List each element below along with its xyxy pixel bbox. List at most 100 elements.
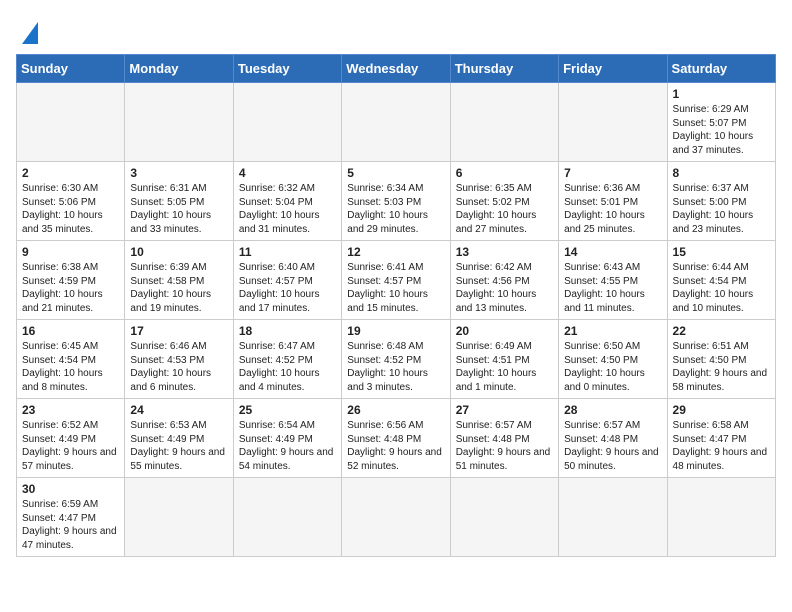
calendar-cell	[233, 83, 341, 162]
day-info: Sunrise: 6:36 AM Sunset: 5:01 PM Dayligh…	[564, 182, 661, 236]
day-number: 12	[347, 245, 444, 259]
calendar-cell: 6 Sunrise: 6:35 AM Sunset: 5:02 PM Daylig…	[450, 162, 558, 241]
calendar-cell: 26 Sunrise: 6:56 AM Sunset: 4:48 PM Dayli…	[342, 399, 450, 478]
day-number: 9	[22, 245, 119, 259]
day-info: Sunrise: 6:29 AM Sunset: 5:07 PM Dayligh…	[673, 103, 770, 157]
day-number: 17	[130, 324, 227, 338]
calendar-cell	[125, 478, 233, 557]
day-info: Sunrise: 6:46 AM Sunset: 4:53 PM Dayligh…	[130, 340, 227, 394]
calendar-header-thursday: Thursday	[450, 55, 558, 83]
day-number: 6	[456, 166, 553, 180]
calendar-cell: 29 Sunrise: 6:58 AM Sunset: 4:47 PM Dayli…	[667, 399, 775, 478]
calendar-cell: 2Sunrise: 6:30 AM Sunset: 5:06 PM Daylig…	[17, 162, 125, 241]
day-info: Sunrise: 6:39 AM Sunset: 4:58 PM Dayligh…	[130, 261, 227, 315]
calendar-cell: 11 Sunrise: 6:40 AM Sunset: 4:57 PM Dayli…	[233, 241, 341, 320]
calendar-header-row: SundayMondayTuesdayWednesdayThursdayFrid…	[17, 55, 776, 83]
day-number: 7	[564, 166, 661, 180]
day-info: Sunrise: 6:31 AM Sunset: 5:05 PM Dayligh…	[130, 182, 227, 236]
day-info: Sunrise: 6:41 AM Sunset: 4:57 PM Dayligh…	[347, 261, 444, 315]
day-number: 27	[456, 403, 553, 417]
day-number: 28	[564, 403, 661, 417]
calendar-cell: 17 Sunrise: 6:46 AM Sunset: 4:53 PM Dayli…	[125, 320, 233, 399]
calendar-cell: 5 Sunrise: 6:34 AM Sunset: 5:03 PM Daylig…	[342, 162, 450, 241]
calendar-cell	[233, 478, 341, 557]
calendar-cell: 22 Sunrise: 6:51 AM Sunset: 4:50 PM Dayli…	[667, 320, 775, 399]
calendar-week-row: 23 Sunrise: 6:52 AM Sunset: 4:49 PM Dayli…	[17, 399, 776, 478]
day-info: Sunrise: 6:48 AM Sunset: 4:52 PM Dayligh…	[347, 340, 444, 394]
calendar-cell: 4 Sunrise: 6:32 AM Sunset: 5:04 PM Daylig…	[233, 162, 341, 241]
calendar-cell	[342, 83, 450, 162]
calendar-cell: 28 Sunrise: 6:57 AM Sunset: 4:48 PM Dayli…	[559, 399, 667, 478]
calendar-cell: 3 Sunrise: 6:31 AM Sunset: 5:05 PM Daylig…	[125, 162, 233, 241]
day-info: Sunrise: 6:42 AM Sunset: 4:56 PM Dayligh…	[456, 261, 553, 315]
calendar-cell	[559, 83, 667, 162]
day-info: Sunrise: 6:51 AM Sunset: 4:50 PM Dayligh…	[673, 340, 770, 394]
day-number: 20	[456, 324, 553, 338]
calendar-table: SundayMondayTuesdayWednesdayThursdayFrid…	[16, 54, 776, 557]
day-info: Sunrise: 6:50 AM Sunset: 4:50 PM Dayligh…	[564, 340, 661, 394]
day-info: Sunrise: 6:32 AM Sunset: 5:04 PM Dayligh…	[239, 182, 336, 236]
calendar-header-tuesday: Tuesday	[233, 55, 341, 83]
calendar-cell: 13 Sunrise: 6:42 AM Sunset: 4:56 PM Dayli…	[450, 241, 558, 320]
day-number: 16	[22, 324, 119, 338]
day-number: 19	[347, 324, 444, 338]
day-info: Sunrise: 6:59 AM Sunset: 4:47 PM Dayligh…	[22, 498, 119, 552]
calendar-week-row: 30 Sunrise: 6:59 AM Sunset: 4:47 PM Dayli…	[17, 478, 776, 557]
day-number: 18	[239, 324, 336, 338]
calendar-cell	[125, 83, 233, 162]
calendar-cell: 1 Sunrise: 6:29 AM Sunset: 5:07 PM Daylig…	[667, 83, 775, 162]
day-info: Sunrise: 6:47 AM Sunset: 4:52 PM Dayligh…	[239, 340, 336, 394]
calendar-cell: 8Sunrise: 6:37 AM Sunset: 5:00 PM Daylig…	[667, 162, 775, 241]
calendar-cell: 16 Sunrise: 6:45 AM Sunset: 4:54 PM Dayli…	[17, 320, 125, 399]
day-info: Sunrise: 6:57 AM Sunset: 4:48 PM Dayligh…	[564, 419, 661, 473]
calendar-header-monday: Monday	[125, 55, 233, 83]
day-number: 5	[347, 166, 444, 180]
calendar-cell	[450, 478, 558, 557]
calendar-cell: 24Sunrise: 6:53 AM Sunset: 4:49 PM Dayli…	[125, 399, 233, 478]
day-number: 2	[22, 166, 119, 180]
calendar-cell: 10 Sunrise: 6:39 AM Sunset: 4:58 PM Dayli…	[125, 241, 233, 320]
logo-area	[16, 16, 38, 44]
day-info: Sunrise: 6:45 AM Sunset: 4:54 PM Dayligh…	[22, 340, 119, 394]
header	[16, 16, 776, 44]
day-number: 11	[239, 245, 336, 259]
calendar-week-row: 1 Sunrise: 6:29 AM Sunset: 5:07 PM Daylig…	[17, 83, 776, 162]
day-info: Sunrise: 6:35 AM Sunset: 5:02 PM Dayligh…	[456, 182, 553, 236]
day-number: 26	[347, 403, 444, 417]
calendar-week-row: 16 Sunrise: 6:45 AM Sunset: 4:54 PM Dayli…	[17, 320, 776, 399]
day-number: 30	[22, 482, 119, 496]
calendar-cell	[17, 83, 125, 162]
day-number: 4	[239, 166, 336, 180]
calendar-header-sunday: Sunday	[17, 55, 125, 83]
day-number: 10	[130, 245, 227, 259]
calendar-week-row: 2Sunrise: 6:30 AM Sunset: 5:06 PM Daylig…	[17, 162, 776, 241]
day-info: Sunrise: 6:44 AM Sunset: 4:54 PM Dayligh…	[673, 261, 770, 315]
calendar-cell: 25Sunrise: 6:54 AM Sunset: 4:49 PM Dayli…	[233, 399, 341, 478]
day-number: 13	[456, 245, 553, 259]
day-number: 14	[564, 245, 661, 259]
day-info: Sunrise: 6:40 AM Sunset: 4:57 PM Dayligh…	[239, 261, 336, 315]
calendar-cell: 18 Sunrise: 6:47 AM Sunset: 4:52 PM Dayli…	[233, 320, 341, 399]
calendar-header-wednesday: Wednesday	[342, 55, 450, 83]
calendar-cell	[667, 478, 775, 557]
day-info: Sunrise: 6:58 AM Sunset: 4:47 PM Dayligh…	[673, 419, 770, 473]
day-number: 1	[673, 87, 770, 101]
calendar-cell: 9 Sunrise: 6:38 AM Sunset: 4:59 PM Daylig…	[17, 241, 125, 320]
day-number: 21	[564, 324, 661, 338]
day-info: Sunrise: 6:56 AM Sunset: 4:48 PM Dayligh…	[347, 419, 444, 473]
day-number: 29	[673, 403, 770, 417]
calendar-cell: 19 Sunrise: 6:48 AM Sunset: 4:52 PM Dayli…	[342, 320, 450, 399]
day-number: 15	[673, 245, 770, 259]
calendar-week-row: 9 Sunrise: 6:38 AM Sunset: 4:59 PM Daylig…	[17, 241, 776, 320]
calendar-cell: 15 Sunrise: 6:44 AM Sunset: 4:54 PM Dayli…	[667, 241, 775, 320]
calendar-cell: 14Sunrise: 6:43 AM Sunset: 4:55 PM Dayli…	[559, 241, 667, 320]
day-number: 22	[673, 324, 770, 338]
day-info: Sunrise: 6:34 AM Sunset: 5:03 PM Dayligh…	[347, 182, 444, 236]
day-info: Sunrise: 6:38 AM Sunset: 4:59 PM Dayligh…	[22, 261, 119, 315]
day-number: 23	[22, 403, 119, 417]
calendar-cell	[559, 478, 667, 557]
day-info: Sunrise: 6:54 AM Sunset: 4:49 PM Dayligh…	[239, 419, 336, 473]
day-info: Sunrise: 6:52 AM Sunset: 4:49 PM Dayligh…	[22, 419, 119, 473]
day-number: 3	[130, 166, 227, 180]
calendar-cell: 23 Sunrise: 6:52 AM Sunset: 4:49 PM Dayli…	[17, 399, 125, 478]
